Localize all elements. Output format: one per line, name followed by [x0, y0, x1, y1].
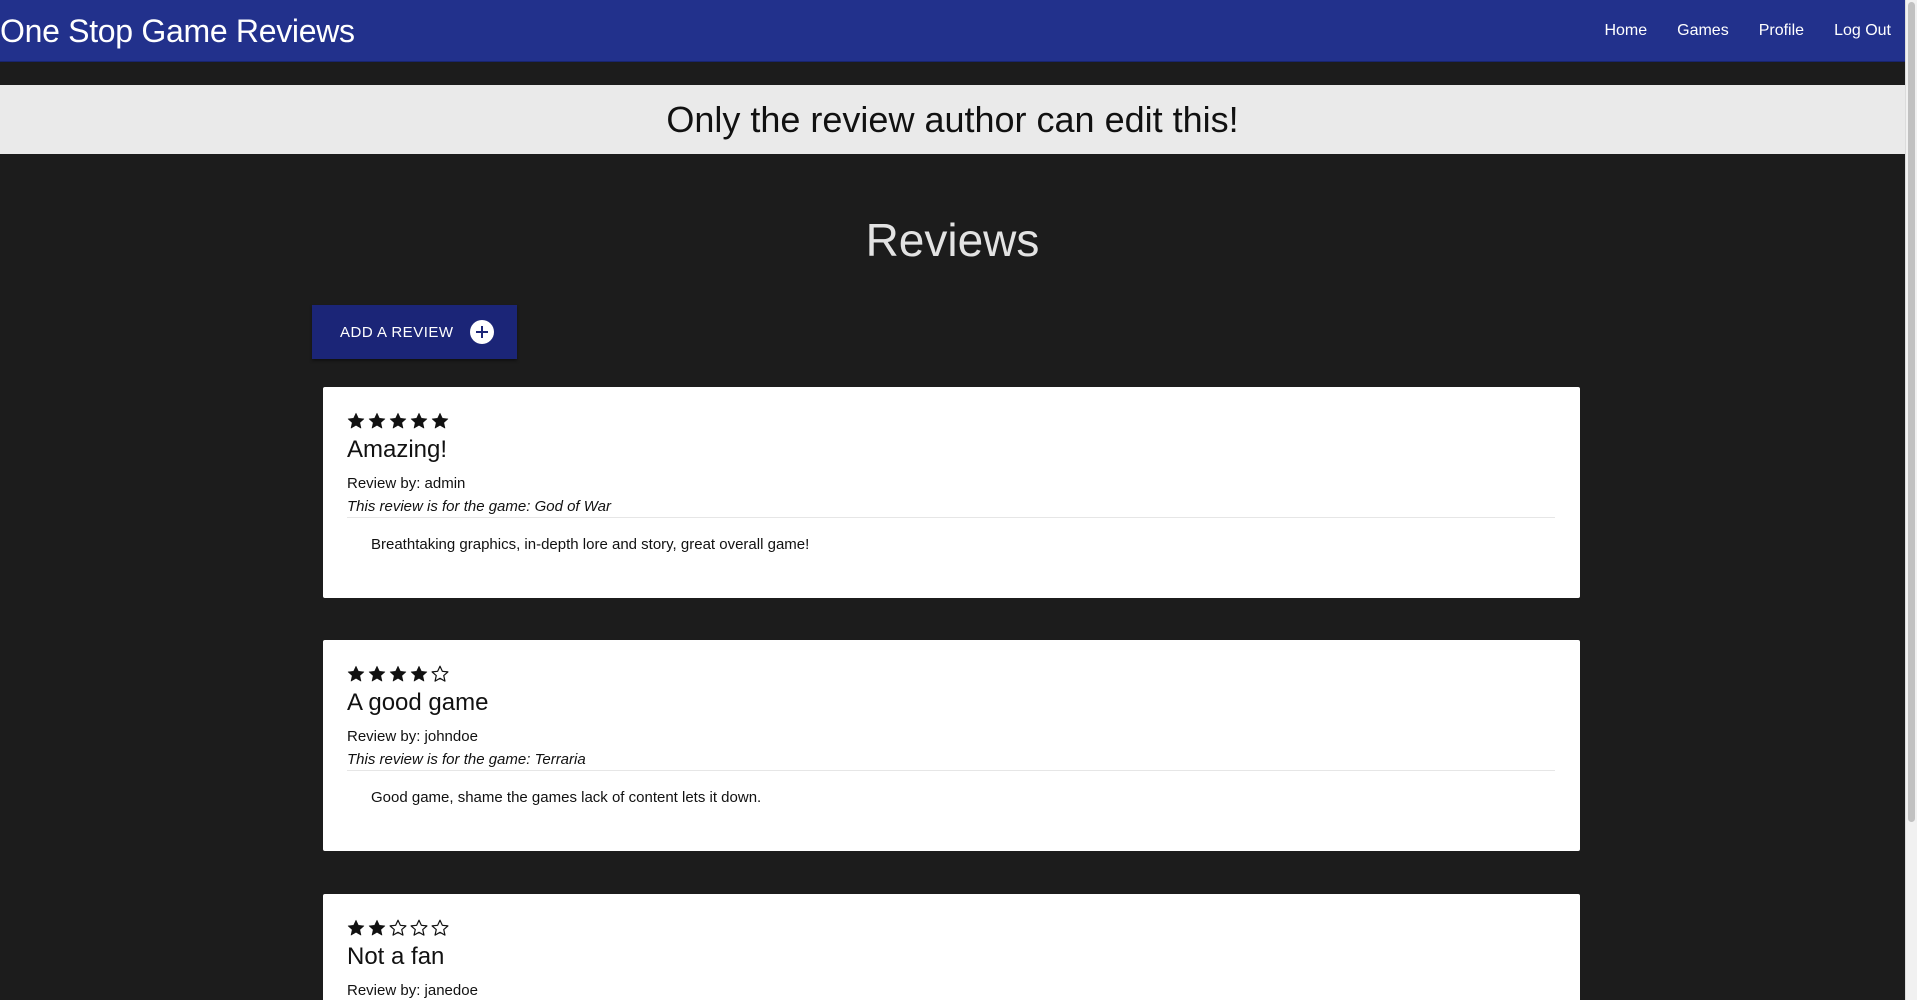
star-rating	[347, 664, 1555, 684]
review-game: This review is for the game: Terraria	[347, 751, 1555, 771]
star-filled-icon	[389, 412, 407, 429]
review-author: Review by: janedoe	[347, 982, 478, 999]
site-brand[interactable]: One Stop Game Reviews	[0, 12, 355, 50]
nav-link-games[interactable]: Games	[1677, 21, 1729, 41]
star-filled-icon	[347, 665, 365, 682]
star-filled-icon	[368, 412, 386, 429]
add-review-button[interactable]: ADD A REVIEW	[312, 305, 517, 359]
alert-banner: Only the review author can edit this!	[0, 85, 1905, 154]
star-filled-icon	[368, 919, 386, 936]
review-title: A good game	[347, 689, 489, 716]
star-filled-icon	[368, 665, 386, 682]
nav-link-home[interactable]: Home	[1604, 21, 1647, 41]
review-card: Amazing! Review by: admin This review is…	[323, 387, 1580, 598]
star-rating	[347, 918, 1555, 938]
nav-link-logout[interactable]: Log Out	[1834, 21, 1891, 41]
scrollbar-thumb[interactable]	[1908, 2, 1915, 822]
star-filled-icon	[347, 919, 365, 936]
star-filled-icon	[410, 665, 428, 682]
star-filled-icon	[389, 665, 407, 682]
star-empty-icon	[431, 665, 449, 682]
review-author: Review by: admin	[347, 475, 466, 492]
plus-circle-icon	[469, 320, 494, 344]
review-body: Good game, shame the games lack of conte…	[371, 789, 762, 806]
star-rating	[347, 411, 1555, 431]
star-filled-icon	[410, 412, 428, 429]
star-filled-icon	[347, 412, 365, 429]
review-body: Breathtaking graphics, in-depth lore and…	[371, 536, 810, 553]
star-empty-icon	[389, 919, 407, 936]
nav-link-profile[interactable]: Profile	[1759, 21, 1804, 41]
review-title: Not a fan	[347, 943, 445, 970]
page-title: Reviews	[865, 214, 1040, 266]
add-review-label: ADD A REVIEW	[340, 323, 454, 341]
star-empty-icon	[410, 919, 428, 936]
review-card: Not a fan Review by: janedoe	[323, 894, 1580, 1000]
page: One Stop Game Reviews Home Games Profile…	[0, 0, 1917, 1000]
alert-message: Only the review author can edit this!	[666, 98, 1239, 140]
top-navbar: One Stop Game Reviews Home Games Profile…	[0, 0, 1905, 62]
nav-links: Home Games Profile Log Out	[1604, 21, 1891, 41]
review-title: Amazing!	[347, 436, 448, 463]
review-game: This review is for the game: God of War	[347, 498, 1555, 518]
scrollbar[interactable]	[1905, 0, 1917, 1000]
star-filled-icon	[431, 412, 449, 429]
star-empty-icon	[431, 919, 449, 936]
review-card: A good game Review by: johndoe This revi…	[323, 640, 1580, 851]
review-author: Review by: johndoe	[347, 728, 478, 745]
